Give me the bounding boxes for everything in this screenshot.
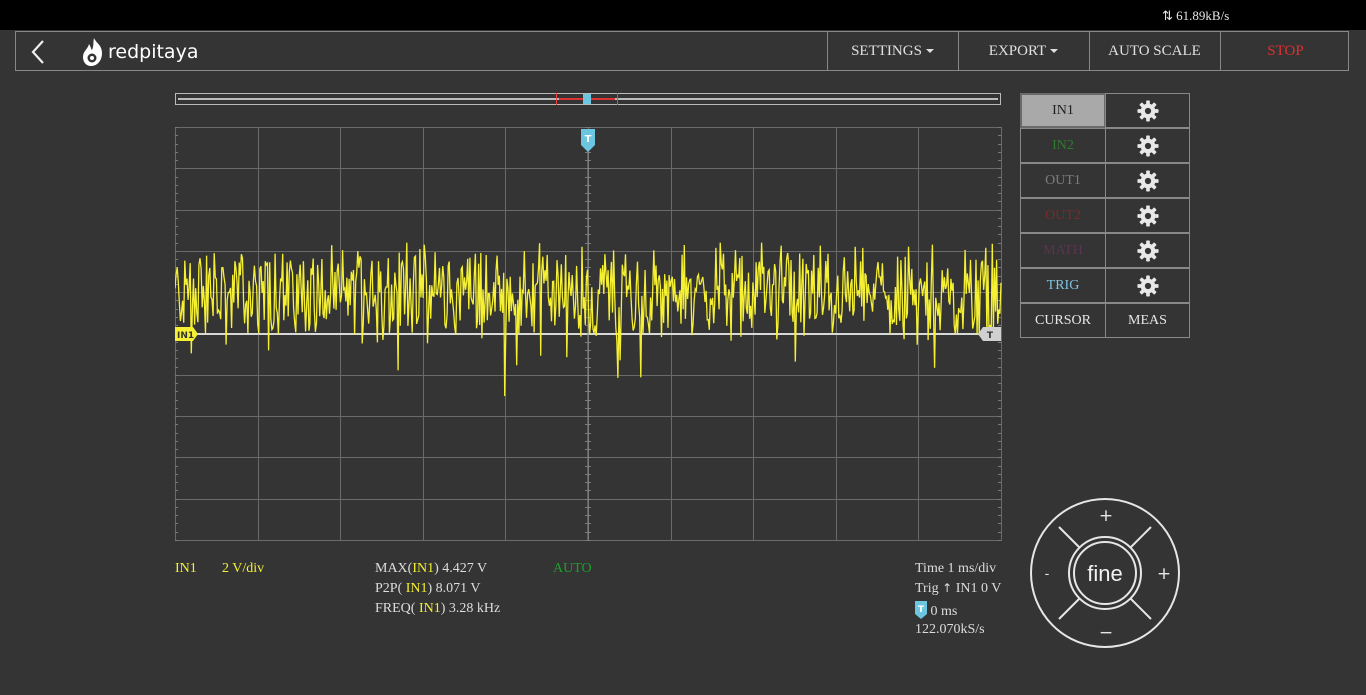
channel-button-trig[interactable]: TRIG bbox=[1020, 268, 1106, 303]
redpitaya-logo[interactable]: redpitaya bbox=[82, 38, 198, 66]
meas-p2p-channel: IN1 bbox=[405, 581, 428, 596]
channel-label-in2: IN2 bbox=[1052, 137, 1074, 153]
settings-button[interactable]: SETTINGS bbox=[827, 32, 957, 70]
buffer-position-thumb[interactable] bbox=[583, 94, 591, 104]
tools-row: CURSOR MEAS bbox=[1020, 303, 1190, 338]
channel-label-in1: IN1 bbox=[1052, 102, 1074, 118]
channel-label-trig: TRIG bbox=[1046, 277, 1080, 293]
jog-left-button[interactable]: - bbox=[1045, 567, 1050, 582]
gear-icon bbox=[1136, 239, 1159, 262]
in1-offset-marker-label: IN1 bbox=[177, 331, 194, 341]
channel-scale: 2 V/div bbox=[222, 561, 265, 576]
meas-max[interactable]: MAX(IN1) 4.427 V bbox=[375, 561, 487, 577]
channel-row-math: MATH bbox=[1020, 233, 1190, 268]
meas-p2p[interactable]: P2P( IN1) 8.071 V bbox=[375, 581, 481, 597]
meas-p2p-prefix: P2P( bbox=[375, 581, 406, 596]
export-button[interactable]: EXPORT bbox=[958, 32, 1088, 70]
header-bar: redpitaya SETTINGS EXPORT AUTO SCALE STO… bbox=[15, 31, 1349, 71]
oscilloscope-graph[interactable]: T IN1 T bbox=[175, 127, 1003, 543]
gear-icon bbox=[1136, 99, 1159, 122]
channel-settings-out1[interactable] bbox=[1105, 163, 1190, 198]
channel-button-out2[interactable]: OUT2 bbox=[1020, 198, 1106, 233]
jog-wheel[interactable]: fine + − - + bbox=[1029, 497, 1181, 649]
time-scale: Time 1 ms/div bbox=[915, 561, 997, 576]
sample-rate: 122.070kS/s bbox=[915, 622, 985, 637]
settings-label: SETTINGS bbox=[851, 42, 922, 59]
logo-text: redpitaya bbox=[108, 41, 199, 63]
cursor-button[interactable]: CURSOR bbox=[1020, 303, 1106, 338]
stop-button[interactable]: STOP bbox=[1220, 32, 1350, 70]
channel-settings-trig[interactable] bbox=[1105, 268, 1190, 303]
transfer-arrows-icon: ⇅ bbox=[1162, 9, 1173, 24]
auto-scale-button[interactable]: AUTO SCALE bbox=[1089, 32, 1219, 70]
trigger-delay-value: 0 ms bbox=[930, 604, 958, 619]
meas-button[interactable]: MEAS bbox=[1105, 303, 1190, 338]
channel-button-in2[interactable]: IN2 bbox=[1020, 128, 1106, 163]
trigger-delay-icon-label: T bbox=[918, 605, 925, 615]
status-bar: ⇅ 61.89kB/s bbox=[0, 0, 1366, 30]
trigger-level-marker-label: T bbox=[987, 331, 994, 341]
stop-label: STOP bbox=[1267, 42, 1304, 59]
meas-freq[interactable]: FREQ( IN1) 3.28 kHz bbox=[375, 601, 500, 617]
gear-icon bbox=[1136, 274, 1159, 297]
meas-label: MEAS bbox=[1128, 312, 1167, 328]
channel-settings-in2[interactable] bbox=[1105, 128, 1190, 163]
channel-row-out1: OUT1 bbox=[1020, 163, 1190, 198]
meas-max-channel: IN1 bbox=[412, 561, 435, 576]
channel-label-out2: OUT2 bbox=[1045, 207, 1081, 223]
network-rate: ⇅ 61.89kB/s bbox=[1162, 8, 1229, 24]
gear-icon bbox=[1136, 204, 1159, 227]
meas-max-value: ) 4.427 V bbox=[434, 561, 488, 576]
trigger-info: Trig ↑ IN1 0 V bbox=[915, 581, 1001, 597]
gear-icon bbox=[1136, 169, 1159, 192]
channel-button-math[interactable]: MATH bbox=[1020, 233, 1106, 268]
meas-freq-prefix: FREQ( bbox=[375, 601, 419, 616]
trigger-delay-icon: T bbox=[915, 601, 927, 619]
channel-label-math: MATH bbox=[1043, 242, 1083, 258]
rising-edge-icon: ↑ bbox=[942, 581, 953, 595]
fine-button[interactable]: fine bbox=[1087, 561, 1122, 586]
network-rate-value: 61.89kB/s bbox=[1176, 8, 1230, 23]
gear-icon bbox=[1136, 134, 1159, 157]
channel-button-out1[interactable]: OUT1 bbox=[1020, 163, 1106, 198]
channel-button-in1[interactable]: IN1 bbox=[1020, 93, 1106, 128]
trigger-delay: T 0 ms bbox=[915, 601, 957, 620]
meas-p2p-value: ) 8.071 V bbox=[427, 581, 481, 596]
channel-row-in1: IN1 bbox=[1020, 93, 1190, 128]
auto-scale-label: AUTO SCALE bbox=[1108, 42, 1201, 59]
meas-freq-channel: IN1 bbox=[418, 601, 441, 616]
jog-right-button[interactable]: + bbox=[1157, 564, 1171, 584]
trigger-mode-status: AUTO bbox=[553, 561, 592, 576]
meas-freq-value: ) 3.28 kHz bbox=[440, 601, 501, 616]
chevron-left-icon bbox=[31, 40, 44, 64]
jog-down-button[interactable]: − bbox=[1099, 623, 1113, 643]
caret-down-icon bbox=[1050, 49, 1059, 53]
channel-row-in2: IN2 bbox=[1020, 128, 1190, 163]
channel-row-trig: TRIG bbox=[1020, 268, 1190, 303]
channel-settings-in1[interactable] bbox=[1105, 93, 1190, 128]
cursor-label: CURSOR bbox=[1034, 312, 1092, 328]
export-label: EXPORT bbox=[988, 42, 1047, 59]
channel-row-out2: OUT2 bbox=[1020, 198, 1190, 233]
channel-settings-math[interactable] bbox=[1105, 233, 1190, 268]
channel-settings-out2[interactable] bbox=[1105, 198, 1190, 233]
caret-down-icon bbox=[925, 49, 934, 53]
meas-max-prefix: MAX( bbox=[375, 561, 413, 576]
channel-name: IN1 bbox=[175, 561, 197, 576]
jog-up-button[interactable]: + bbox=[1099, 506, 1113, 526]
trigger-source-level: IN1 0 V bbox=[955, 581, 1002, 596]
channel-label-out1: OUT1 bbox=[1045, 172, 1081, 188]
trigger-marker-label: T bbox=[585, 134, 592, 145]
flame-logo-icon bbox=[83, 38, 102, 66]
trigger-info-label: Trig bbox=[915, 581, 939, 596]
back-button[interactable] bbox=[26, 38, 50, 66]
